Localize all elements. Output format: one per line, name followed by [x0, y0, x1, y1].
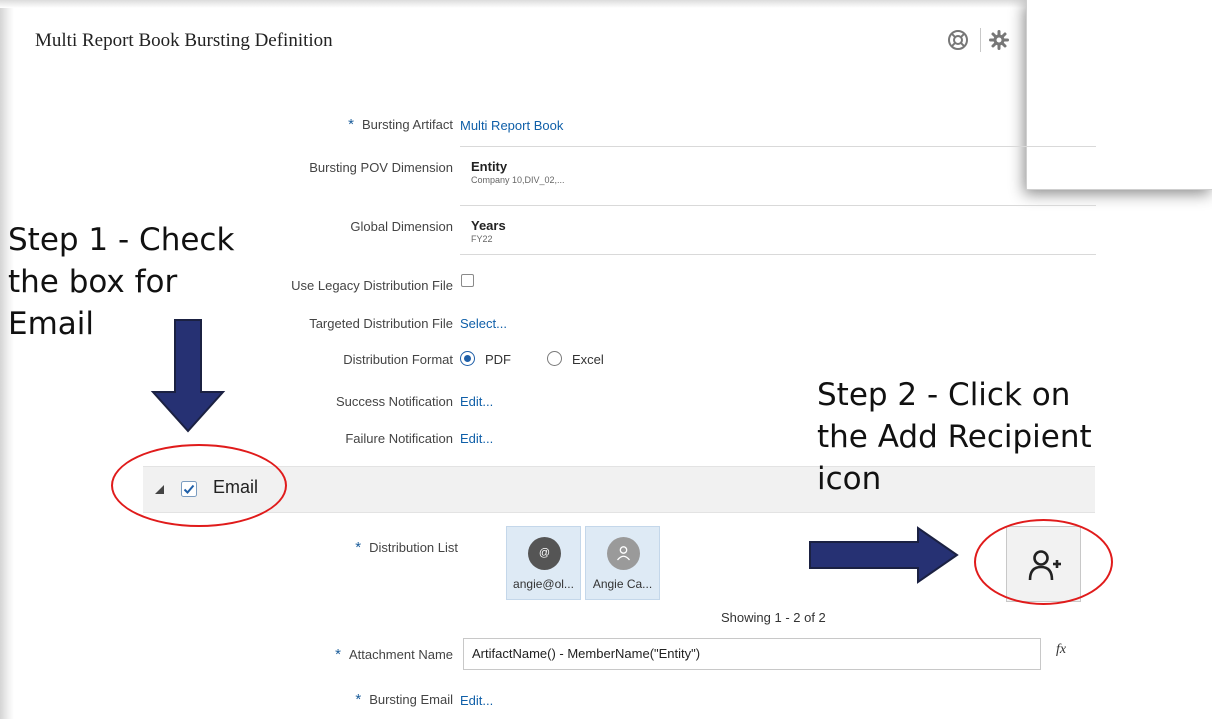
- step1-line: the box for: [8, 264, 178, 300]
- distribution-list-label: * Distribution List: [355, 539, 458, 556]
- formula-fx-icon[interactable]: fx: [1056, 642, 1066, 658]
- divider: [460, 254, 1096, 255]
- bursting-artifact-label: * Bursting Artifact: [348, 116, 453, 133]
- window-frame-left: [0, 0, 14, 719]
- overlay-popup-panel: [1026, 0, 1212, 190]
- page-title: Multi Report Book Bursting Definition: [35, 30, 333, 51]
- right-arrow-icon: [809, 526, 959, 584]
- distribution-format-excel-label: Excel: [572, 352, 604, 367]
- divider: [460, 146, 1096, 147]
- failure-notification-edit-link[interactable]: Edit...: [460, 431, 493, 446]
- step2-line: Step 2 - Click on: [817, 377, 1071, 413]
- distribution-format-pdf-radio[interactable]: [460, 351, 475, 366]
- global-dimension-label: Global Dimension: [350, 219, 453, 234]
- recipient-tile[interactable]: Angie Ca...: [585, 526, 660, 600]
- bursting-pov-members: Company 10,DIV_02,...: [471, 175, 565, 185]
- attachment-name-input[interactable]: ArtifactName() - MemberName("Entity"): [463, 638, 1041, 670]
- bursting-artifact-link[interactable]: Multi Report Book: [460, 118, 563, 133]
- step1-line: Step 1 - Check: [8, 222, 235, 258]
- add-recipient-highlight: [974, 519, 1113, 605]
- down-arrow-icon: [150, 319, 226, 433]
- gear-icon[interactable]: [988, 29, 1010, 51]
- recipient-name: Angie Ca...: [592, 577, 653, 591]
- recipient-tile[interactable]: @ angie@ol...: [506, 526, 581, 600]
- distribution-format-excel-radio[interactable]: [547, 351, 562, 366]
- divider: [460, 205, 1096, 206]
- step2-line: icon: [817, 461, 882, 497]
- success-notification-edit-link[interactable]: Edit...: [460, 394, 493, 409]
- step2-annotation: Step 2 - Click on the Add Recipient icon: [817, 374, 1092, 500]
- targeted-distribution-file-select-link[interactable]: Select...: [460, 316, 507, 331]
- use-legacy-distribution-file-label: Use Legacy Distribution File: [291, 278, 453, 293]
- distribution-list-pagination: Showing 1 - 2 of 2: [721, 610, 826, 625]
- bursting-pov-dimension-label: Bursting POV Dimension: [309, 160, 453, 175]
- failure-notification-label: Failure Notification: [345, 431, 453, 446]
- success-notification-label: Success Notification: [335, 394, 453, 409]
- targeted-distribution-file-label: Targeted Distribution File: [309, 316, 453, 331]
- email-checkbox-highlight: [111, 444, 287, 527]
- bursting-pov-dimension-value[interactable]: Entity: [471, 159, 507, 174]
- global-dimension-members: FY22: [471, 234, 493, 244]
- global-dimension-value[interactable]: Years: [471, 218, 506, 233]
- required-indicator: *: [348, 116, 354, 133]
- step2-line: the Add Recipient: [817, 419, 1092, 455]
- help-lifebuoy-icon[interactable]: [947, 29, 969, 51]
- distribution-format-pdf-label: PDF: [485, 352, 511, 367]
- header-separator: [980, 28, 981, 52]
- recipient-name: angie@ol...: [513, 577, 574, 591]
- attachment-name-label: * Attachment Name: [335, 646, 453, 663]
- required-indicator: *: [335, 646, 341, 663]
- required-indicator: *: [355, 539, 362, 556]
- use-legacy-distribution-file-checkbox[interactable]: [461, 274, 474, 287]
- email-avatar: @: [528, 537, 561, 570]
- person-icon: [607, 537, 640, 570]
- distribution-format-label: Distribution Format: [343, 352, 453, 367]
- bursting-email-label: * Bursting Email: [355, 691, 453, 708]
- bursting-email-edit-link[interactable]: Edit...: [460, 693, 493, 708]
- required-indicator: *: [355, 691, 362, 708]
- window-frame-top: [0, 0, 1030, 8]
